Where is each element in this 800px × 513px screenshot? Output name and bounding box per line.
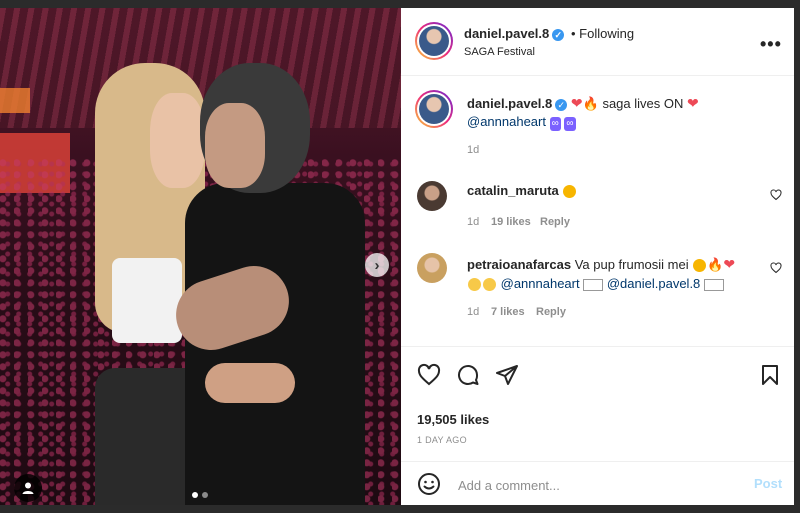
caption: daniel.pavel.8 ✓ ❤🔥 saga lives ON ❤ @annn… (467, 94, 767, 131)
heart-outline-icon (770, 262, 782, 274)
star-struck-emoji (563, 185, 577, 199)
carousel-dot (202, 492, 208, 498)
hand (205, 363, 295, 403)
author-avatar[interactable] (415, 22, 453, 60)
emoji-picker-button[interactable] (417, 472, 441, 496)
star-struck-emoji (693, 259, 707, 273)
comment-text: Va pup frumosii mei (574, 257, 689, 272)
save-button[interactable] (758, 363, 782, 387)
fire-emoji: 🔥 (582, 96, 599, 111)
comment-input[interactable] (456, 474, 740, 496)
reply-button[interactable]: Reply (536, 306, 566, 318)
red-heart-emoji: ❤ (570, 95, 583, 111)
post-header: daniel.pavel.8 ✓ • Following SAGA Festiva… (401, 8, 794, 76)
post-comment-button[interactable]: Post (754, 476, 782, 491)
share-button[interactable] (495, 363, 519, 387)
caption-author[interactable]: daniel.pavel.8 (467, 96, 552, 111)
woman-top (112, 258, 182, 343)
more-dots-icon: ••• (760, 34, 782, 54)
man-face (205, 103, 265, 188)
comment-row: catalin_maruta (467, 183, 577, 199)
flag-emoji (583, 278, 604, 291)
comment-mention[interactable]: @annnaheart (501, 276, 580, 291)
comment-age[interactable]: 1d (467, 216, 479, 228)
caption-age[interactable]: 1d (467, 144, 479, 156)
reply-button[interactable]: Reply (540, 216, 570, 228)
caption-avatar[interactable] (415, 90, 453, 128)
user-tag-icon (22, 482, 34, 494)
commenter-avatar[interactable] (417, 253, 447, 283)
comment-likes[interactable]: 7 likes (491, 306, 525, 318)
smiley-icon (418, 473, 440, 495)
red-heart-emoji: ❤ (686, 95, 699, 111)
stage-light (0, 88, 30, 113)
comment-age[interactable]: 1d (467, 306, 479, 318)
location-link[interactable]: SAGA Festival (464, 46, 535, 58)
infinity-emoji: ∞ (549, 117, 561, 131)
comment-button[interactable] (456, 363, 480, 387)
post-sidebar: daniel.pavel.8 ✓ • Following SAGA Festiva… (401, 8, 794, 505)
chevron-right-icon: › (374, 256, 380, 274)
author-name[interactable]: daniel.pavel.8 (464, 26, 549, 41)
caption-mention[interactable]: @annnaheart (467, 114, 546, 129)
comment-icon (458, 365, 479, 385)
red-heart-emoji: ❤ (723, 256, 736, 272)
post-photo[interactable]: › (0, 8, 401, 505)
like-button[interactable] (417, 363, 441, 387)
comment-composer: Post (401, 461, 794, 506)
comment-mention[interactable]: @daniel.pavel.8 (607, 276, 700, 291)
next-photo-button[interactable]: › (365, 253, 389, 277)
like-comment-button[interactable] (770, 189, 782, 204)
user-tag-button[interactable] (14, 474, 42, 502)
share-icon (496, 365, 518, 385)
verified-badge-icon: ✓ (555, 98, 568, 111)
fire-emoji: 🔥 (707, 257, 724, 272)
bookmark-icon (762, 365, 778, 385)
verified-badge-icon: ✓ (552, 28, 565, 41)
likes-count[interactable]: 19,505 likes (417, 412, 489, 427)
follow-status[interactable]: • Following (571, 26, 634, 41)
carousel-indicator (192, 492, 208, 498)
post-modal: › daniel.pavel.8 ✓ • Following SAGA Festi… (0, 0, 800, 513)
comment-likes[interactable]: 19 likes (491, 216, 531, 228)
comment-row: petraioanafarcas Va pup frumosii mei 🔥❤ … (467, 255, 747, 293)
woman-face (150, 93, 205, 188)
commenter-username[interactable]: catalin_maruta (467, 183, 559, 198)
heart-outline-icon (417, 363, 441, 386)
author-username[interactable]: daniel.pavel.8 ✓ (464, 26, 565, 41)
hug-emoji (468, 278, 481, 292)
like-comment-button[interactable] (770, 262, 782, 277)
post-timestamp[interactable]: 1 DAY AGO (417, 435, 467, 445)
follow-label[interactable]: Following (579, 26, 634, 41)
more-options-button[interactable]: ••• (760, 34, 782, 55)
infinity-emoji: ∞ (564, 117, 576, 131)
hug-emoji (483, 278, 496, 292)
carousel-dot (192, 492, 198, 498)
caption-text: saga lives ON (602, 96, 684, 111)
flag-emoji (703, 278, 724, 291)
commenter-username[interactable]: petraioanafarcas (467, 257, 571, 272)
commenter-avatar[interactable] (417, 181, 447, 211)
heart-outline-icon (770, 189, 782, 201)
